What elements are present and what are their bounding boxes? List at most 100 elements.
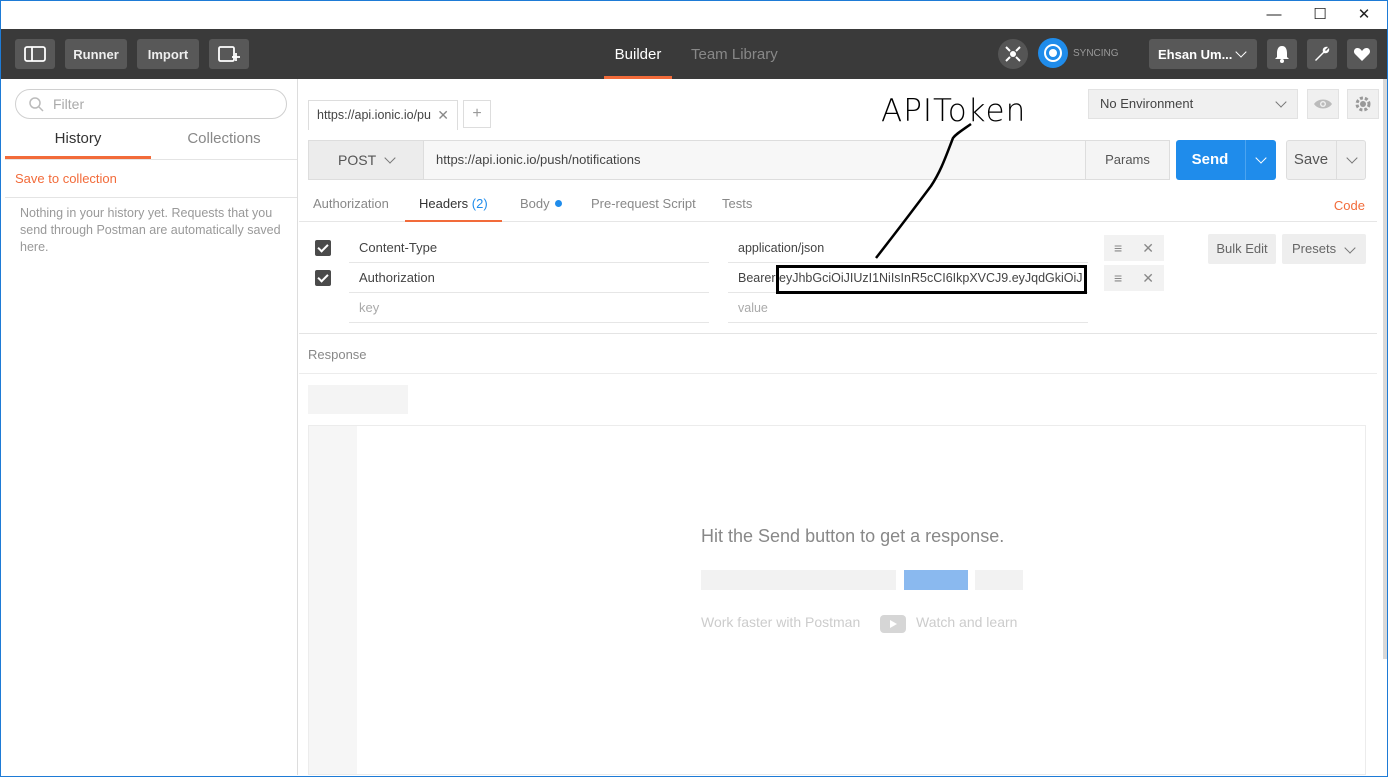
tab-authorization[interactable]: Authorization — [313, 192, 389, 222]
response-placeholder-bar — [308, 385, 408, 414]
maximize-button[interactable]: ☐ — [1297, 1, 1343, 27]
chevron-down-icon — [384, 152, 396, 164]
header-enabled-checkbox[interactable] — [315, 240, 331, 256]
minimize-button[interactable]: — — [1251, 1, 1297, 27]
request-subtabs: Authorization Headers (2) Body Pre-reque… — [299, 192, 1377, 222]
tab-collections[interactable]: Collections — [151, 127, 297, 159]
wrench-icon — [1315, 46, 1330, 61]
divider — [299, 333, 1377, 334]
runner-button[interactable]: Runner — [65, 39, 127, 69]
response-panel: Hit the Send button to get a response. W… — [308, 425, 1366, 775]
heart-button[interactable] — [1347, 39, 1377, 69]
tab-builder[interactable]: Builder — [604, 29, 672, 79]
url-input[interactable]: https://api.ionic.io/push/notifications — [436, 141, 641, 179]
eye-icon — [1314, 99, 1332, 109]
settings-button[interactable] — [1307, 39, 1337, 69]
placeholder-bar — [904, 570, 968, 590]
sync-status: SYNCING — [1073, 48, 1119, 59]
annotation-arrow — [875, 122, 972, 259]
body-indicator — [554, 200, 562, 207]
filter-placeholder: Filter — [53, 96, 85, 112]
sidebar: Filter History Collections Save to colle… — [5, 79, 298, 775]
delete-row-icon[interactable]: ✕ — [1142, 270, 1154, 287]
empty-history-message: Nothing in your history yet. Requests th… — [20, 206, 281, 254]
response-label: Response — [308, 347, 367, 362]
tab-team-library[interactable]: Team Library — [691, 29, 778, 79]
method-value: POST — [338, 152, 377, 168]
video-play-icon[interactable] — [880, 615, 906, 633]
user-menu[interactable]: Ehsan Um... — [1149, 39, 1257, 69]
header-key[interactable]: Authorization — [349, 263, 709, 293]
search-icon — [29, 97, 44, 112]
environment-value: No Environment — [1100, 96, 1194, 111]
tab-team-library-label: Team Library — [691, 45, 778, 63]
params-button[interactable]: Params — [1085, 141, 1169, 179]
save-to-collection-link[interactable]: Save to collection — [15, 171, 117, 186]
tab-history[interactable]: History — [5, 127, 151, 159]
request-tab[interactable]: https://api.ionic.io/pu ✕ — [308, 100, 458, 130]
manage-environments-button[interactable] — [1347, 89, 1379, 119]
url-bar: POST https://api.ionic.io/push/notificat… — [308, 140, 1170, 180]
highlight-box — [776, 265, 1087, 294]
close-window-button[interactable]: ✕ — [1341, 1, 1387, 27]
placeholder-bar — [701, 570, 896, 590]
drag-handle-icon[interactable]: ≡ — [1114, 270, 1122, 286]
divider — [5, 197, 297, 198]
sidebar-toggle-button[interactable] — [15, 39, 55, 69]
tab-headers-label: Headers — [419, 196, 469, 211]
bulk-edit-button[interactable]: Bulk Edit — [1208, 234, 1276, 264]
headers-count: (2) — [471, 196, 488, 211]
new-tab-button[interactable]: + — [463, 100, 491, 128]
app-window: — ☐ ✕ Runner Import Builder Team Library… — [0, 0, 1388, 777]
user-name: Ehsan Um... — [1158, 46, 1233, 62]
import-button[interactable]: Import — [137, 39, 199, 69]
interceptor-button[interactable] — [998, 39, 1028, 69]
tab-builder-label: Builder — [614, 45, 662, 63]
method-select[interactable]: POST — [309, 141, 424, 179]
placeholder-bar — [975, 570, 1023, 590]
gear-icon — [1355, 96, 1371, 112]
new-window-button[interactable] — [209, 39, 249, 69]
header-value-input[interactable]: value — [728, 293, 1088, 323]
header-enabled-checkbox[interactable] — [315, 270, 331, 286]
notifications-button[interactable] — [1267, 39, 1297, 69]
save-button[interactable]: Save — [1286, 140, 1366, 180]
tab-prerequest-script[interactable]: Pre-request Script — [591, 192, 696, 222]
save-dropdown[interactable] — [1336, 141, 1366, 179]
save-label: Save — [1293, 151, 1329, 168]
code-link[interactable]: Code — [1334, 192, 1365, 220]
send-hint: Hit the Send button to get a response. — [701, 526, 1005, 546]
row-actions: ≡ ✕ — [1104, 265, 1164, 291]
watch-and-learn-link[interactable]: Watch and learn — [916, 614, 1017, 630]
tab-headers[interactable]: Headers (2) — [405, 192, 502, 222]
send-dropdown[interactable] — [1245, 140, 1276, 180]
presets-label: Presets — [1292, 241, 1337, 256]
divider — [5, 159, 297, 160]
row-actions: ≡ ✕ — [1104, 235, 1164, 261]
tab-tests[interactable]: Tests — [722, 192, 752, 222]
chevron-down-icon — [1255, 152, 1267, 164]
drag-handle-icon[interactable]: ≡ — [1114, 240, 1122, 256]
satellite-icon — [1005, 46, 1021, 62]
sidebar-tabs: History Collections — [5, 127, 297, 159]
top-toolbar: Runner Import Builder Team Library SYNCI… — [1, 29, 1387, 79]
request-tab-title: https://api.ionic.io/pu — [317, 108, 431, 122]
new-window-icon — [218, 46, 240, 62]
chevron-down-icon — [1275, 96, 1287, 108]
header-key[interactable]: Content-Type — [349, 233, 709, 263]
tab-body[interactable]: Body — [520, 192, 562, 222]
tab-body-label: Body — [520, 196, 550, 211]
close-tab-icon[interactable]: ✕ — [437, 101, 449, 129]
presets-dropdown[interactable]: Presets — [1282, 234, 1366, 264]
sidebar-toggle-icon — [24, 46, 46, 62]
chevron-down-icon — [1345, 152, 1358, 164]
header-key-input[interactable]: key — [349, 293, 709, 323]
scrollbar[interactable] — [1383, 79, 1387, 659]
sync-button[interactable] — [1038, 38, 1068, 68]
delete-row-icon[interactable]: ✕ — [1142, 240, 1154, 257]
filter-input[interactable]: Filter — [15, 89, 287, 119]
builder-main: https://api.ionic.io/pu ✕ + No Environme… — [299, 79, 1387, 775]
environment-quicklook-button[interactable] — [1307, 89, 1339, 119]
send-button[interactable]: Send — [1176, 140, 1276, 180]
environment-select[interactable]: No Environment — [1088, 89, 1298, 119]
